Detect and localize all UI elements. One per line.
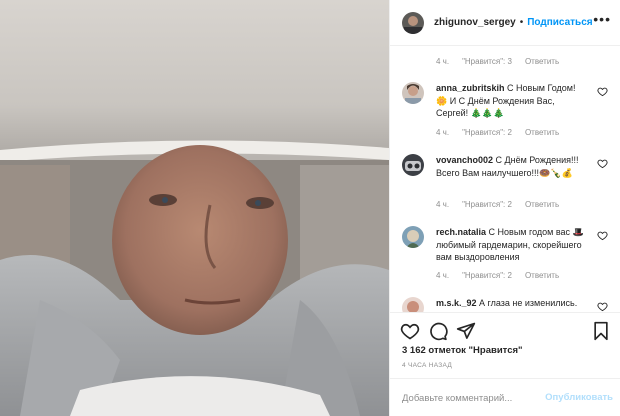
commenter-avatar[interactable] <box>402 297 424 312</box>
commenter-avatar[interactable] <box>402 226 424 248</box>
likes-count[interactable]: 3 162 отметок "Нравится" <box>402 345 523 356</box>
comment-time: 4 ч. <box>436 57 450 66</box>
heart-icon[interactable] <box>597 301 608 312</box>
like-heart-icon[interactable] <box>400 321 420 341</box>
publish-button[interactable]: Опубликовать <box>545 392 613 403</box>
comment-likes[interactable]: "Нравится": 2 <box>462 271 512 280</box>
comment-icon[interactable] <box>428 321 448 341</box>
commenter-avatar[interactable] <box>402 82 424 104</box>
post-timestamp[interactable]: 4 часа назад <box>402 362 452 369</box>
comment-meta: 4 ч. "Нравится": 2 Ответить <box>436 128 559 137</box>
comment-likes[interactable]: "Нравится": 2 <box>462 200 512 209</box>
follow-button[interactable]: Подписаться <box>527 17 592 28</box>
list-item: anna_zubritskih С Новым Годом! 🌼 И С Днё… <box>402 82 608 152</box>
commenter-username[interactable]: m.s.k._92 <box>436 298 477 308</box>
list-item: vovancho002 С Днём Рождения!!! Всего Вам… <box>402 154 608 214</box>
post-header: zhigunov_sergey • Подписаться ••• <box>390 0 620 46</box>
author-avatar[interactable] <box>402 11 424 34</box>
comment-time: 4 ч. <box>436 271 450 280</box>
header-separator: • <box>519 17 524 28</box>
comment-text-block: anna_zubritskih С Новым Годом! 🌼 И С Днё… <box>436 82 588 120</box>
comment-meta: 4 ч. "Нравится": 2 Ответить <box>436 200 559 209</box>
reply-button[interactable]: Ответить <box>525 128 559 137</box>
bookmark-icon[interactable] <box>591 321 611 341</box>
heart-icon[interactable] <box>597 158 608 169</box>
comment-meta: 4 ч. "Нравится": 3 Ответить <box>436 57 559 66</box>
post-actions <box>390 312 620 348</box>
comment-likes[interactable]: "Нравится": 2 <box>462 128 512 137</box>
commenter-username[interactable]: anna_zubritskih <box>436 83 505 93</box>
share-icon[interactable] <box>456 321 476 341</box>
comment-text: А глаза не изменились. <box>479 298 578 308</box>
instagram-post-modal: zhigunov_sergey • Подписаться ••• 4 ч. "… <box>0 0 620 416</box>
heart-icon[interactable] <box>597 230 608 241</box>
list-item: rech.natalia С Новым годом вас 🎩любимый … <box>402 226 608 288</box>
comment-text-block: vovancho002 С Днём Рождения!!! Всего Вам… <box>436 154 588 179</box>
comment-meta: 4 ч. "Нравится": 2 Ответить <box>436 271 559 280</box>
comment-text-block: m.s.k._92 А глаза не изменились. <box>436 297 588 310</box>
comment-time: 4 ч. <box>436 128 450 137</box>
comments-list[interactable]: 4 ч. "Нравится": 3 Ответить anna_zubrits… <box>390 46 620 312</box>
comment-text-block: rech.natalia С Новым годом вас 🎩любимый … <box>436 226 588 264</box>
reply-button[interactable]: Ответить <box>525 200 559 209</box>
comment-likes[interactable]: "Нравится": 3 <box>462 57 512 66</box>
comment-input[interactable] <box>402 390 542 406</box>
post-photo[interactable] <box>0 0 389 416</box>
more-options-icon[interactable]: ••• <box>593 12 611 26</box>
commenter-username[interactable]: rech.natalia <box>436 227 486 237</box>
post-sidebar: zhigunov_sergey • Подписаться ••• 4 ч. "… <box>389 0 620 416</box>
reply-button[interactable]: Ответить <box>525 57 559 66</box>
author-username[interactable]: zhigunov_sergey <box>434 17 516 28</box>
commenter-avatar[interactable] <box>402 154 424 176</box>
add-comment-bar: Опубликовать <box>390 378 620 416</box>
post-photo-image <box>0 0 389 416</box>
list-item: m.s.k._92 А глаза не изменились. <box>402 297 608 312</box>
comment-time: 4 ч. <box>436 200 450 209</box>
heart-icon[interactable] <box>597 86 608 97</box>
commenter-username[interactable]: vovancho002 <box>436 155 493 165</box>
reply-button[interactable]: Ответить <box>525 271 559 280</box>
